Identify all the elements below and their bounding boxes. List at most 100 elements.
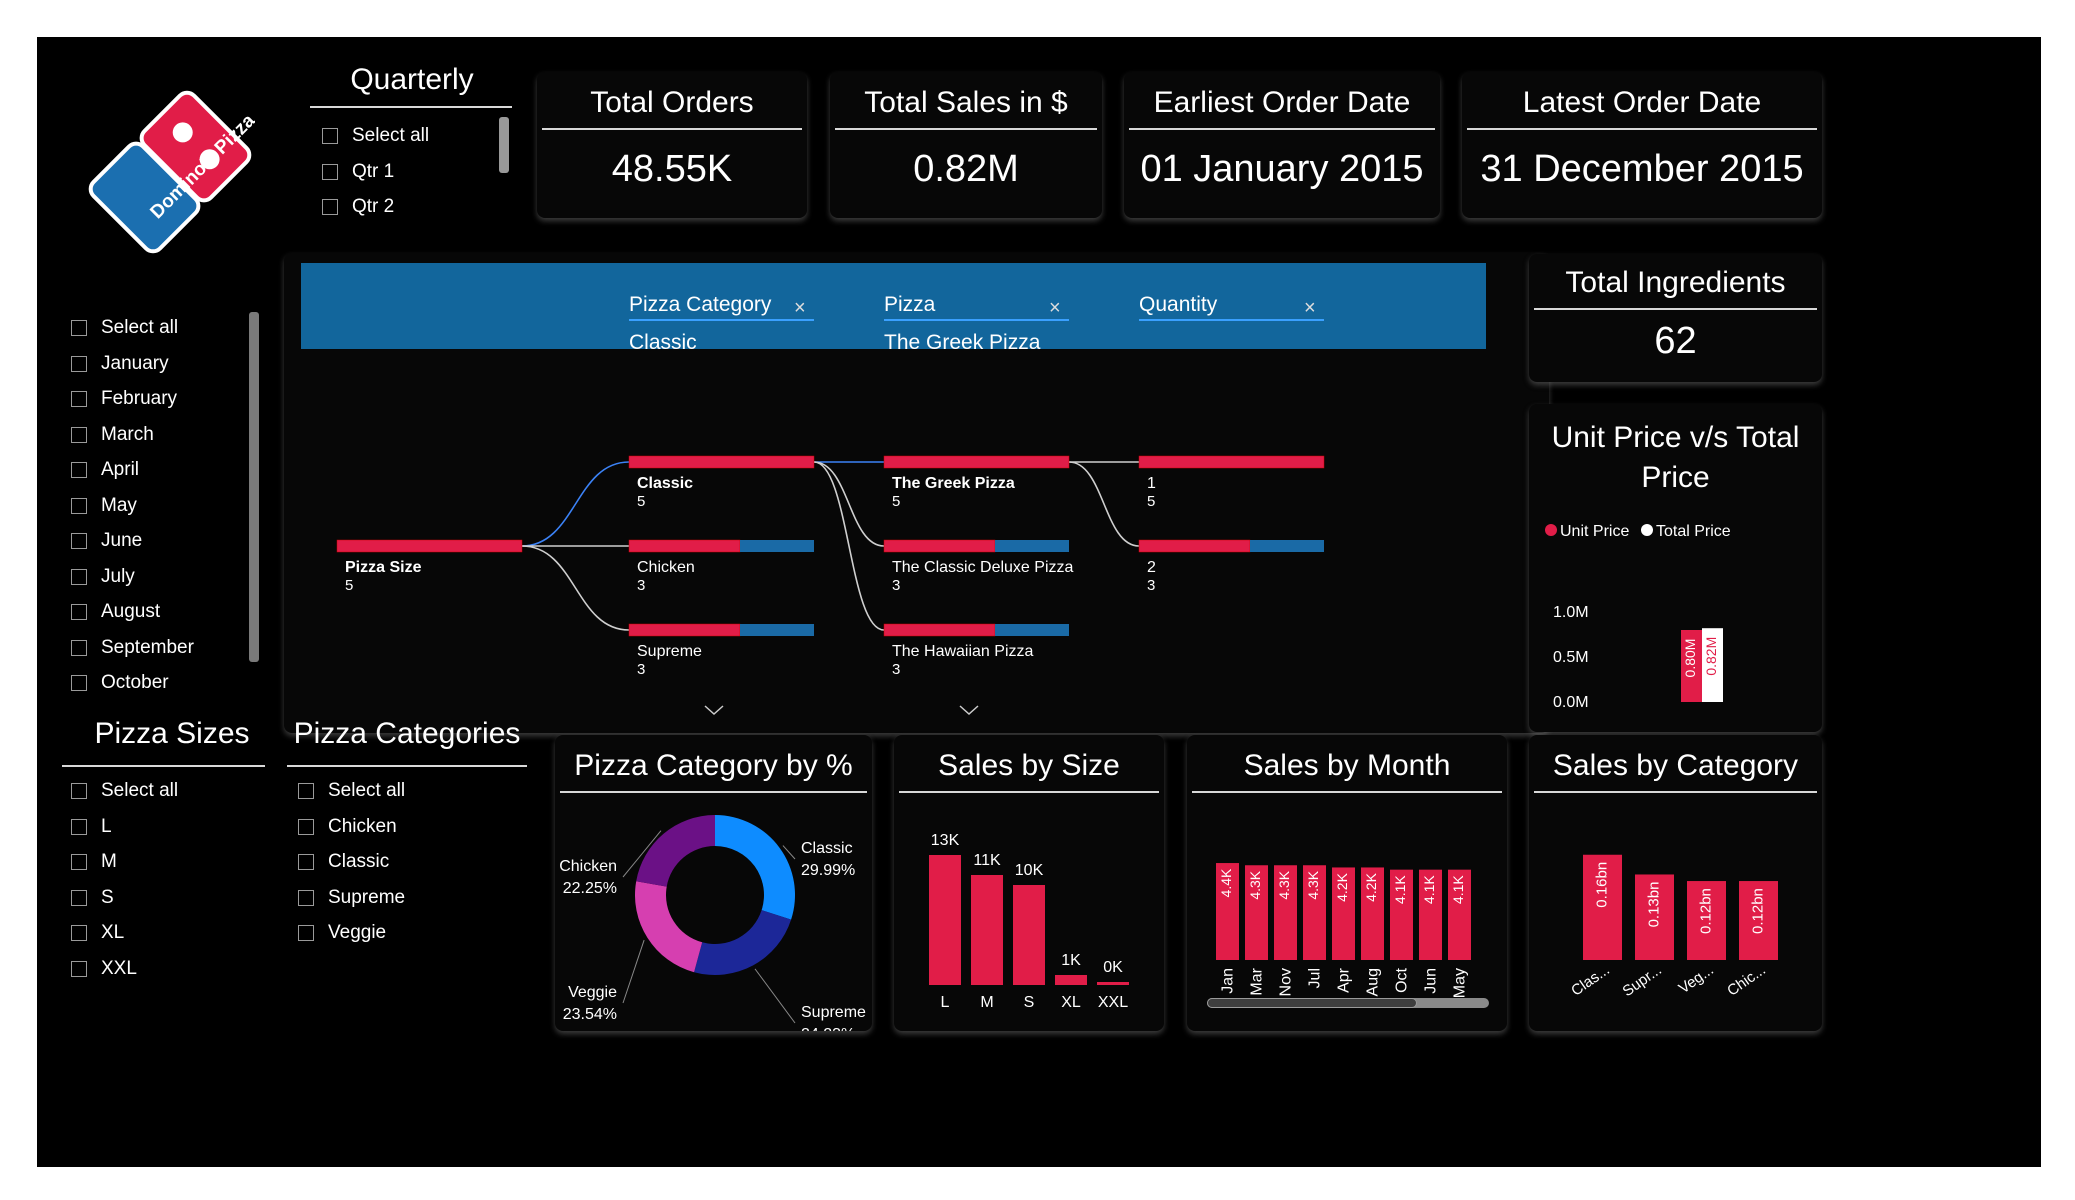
checkbox[interactable]: [298, 889, 314, 906]
checkbox[interactable]: [71, 320, 87, 336]
checkbox[interactable]: [322, 199, 338, 215]
chevron-down-icon[interactable]: [959, 705, 979, 716]
decomp-pizza-bar-fill[interactable]: [883, 623, 996, 637]
decomp-pizza-bar-remainder: [995, 540, 1069, 552]
size-option[interactable]: M: [71, 851, 117, 873]
category-pct-card: Pizza Category by % Classic 29.99% Supreme…: [555, 735, 872, 1031]
data-label: 4.3K: [1276, 870, 1292, 899]
month-option[interactable]: May: [71, 495, 137, 517]
donut-slice[interactable]: [636, 815, 715, 887]
close-icon[interactable]: ×: [1049, 297, 1061, 319]
quarter-option[interactable]: Qtr 1: [322, 161, 394, 183]
y-tick-label: 0.0M: [1553, 694, 1589, 711]
checkbox[interactable]: [298, 925, 314, 941]
checkbox[interactable]: [71, 925, 87, 941]
checkbox[interactable]: [71, 497, 87, 514]
month-option[interactable]: Select all: [71, 317, 178, 339]
x-tick-label: Jan: [1220, 968, 1237, 994]
close-icon[interactable]: ×: [794, 297, 806, 319]
decomp-category-bar-fill[interactable]: [628, 539, 741, 553]
data-label: 4.2K: [1363, 872, 1379, 901]
checkbox[interactable]: [322, 163, 338, 180]
checkbox[interactable]: [298, 783, 314, 799]
checkbox[interactable]: [71, 639, 87, 656]
decomp-pizza-value: 3: [892, 661, 900, 678]
size-bar[interactable]: [929, 855, 961, 985]
checkbox[interactable]: [71, 675, 87, 691]
quarter-option[interactable]: Select all: [322, 125, 429, 147]
size-option[interactable]: S: [71, 887, 114, 909]
month-option[interactable]: January: [71, 353, 169, 375]
category-option[interactable]: Select all: [298, 780, 405, 802]
size-bar[interactable]: [1013, 885, 1045, 985]
month-option[interactable]: April: [71, 459, 139, 481]
checkbox[interactable]: [71, 355, 87, 372]
month-option[interactable]: September: [71, 637, 194, 659]
size-bar[interactable]: [1097, 982, 1129, 985]
checkbox[interactable]: [71, 818, 87, 835]
decomp-quantity-bar-fill[interactable]: [1138, 539, 1251, 553]
quarter-option[interactable]: Qtr 2: [322, 196, 394, 218]
quarterly-scrollbar[interactable]: [499, 117, 509, 173]
month-option[interactable]: October: [71, 672, 169, 694]
sales-by-size-chart: 13K L 11K M 10K S 1K XL 0K XXL: [929, 832, 1129, 1011]
checkbox[interactable]: [71, 462, 87, 478]
checkbox[interactable]: [71, 960, 87, 977]
decomp-category-bar-fill[interactable]: [628, 623, 741, 637]
data-label: 1K: [1061, 952, 1081, 969]
latest-order-divider: [1467, 128, 1817, 130]
checkbox[interactable]: [298, 854, 314, 870]
checkbox[interactable]: [71, 889, 87, 906]
size-bar[interactable]: [1055, 975, 1087, 985]
category-option[interactable]: Supreme: [298, 887, 405, 909]
close-icon[interactable]: ×: [1304, 297, 1316, 319]
decomp-pizza-bar-fill[interactable]: [883, 455, 1070, 469]
month-option[interactable]: March: [71, 424, 154, 446]
checkbox[interactable]: [71, 604, 87, 620]
checkbox[interactable]: [71, 533, 87, 549]
decomp-category-bar-fill[interactable]: [628, 455, 815, 469]
decomp-header-value: The Greek Pizza: [884, 331, 1041, 354]
decomp-header-value: Classic: [629, 331, 697, 354]
checkbox[interactable]: [322, 128, 338, 144]
checkbox[interactable]: [71, 568, 87, 585]
unit-vs-total-chart: Unit Price Total Price 1.0M 0.5M 0.0M 0.80M 0.…: [1545, 523, 1731, 711]
month-slicer-scrollbar[interactable]: [249, 312, 259, 662]
checkbox[interactable]: [71, 391, 87, 407]
decomp-header-field[interactable]: Pizza Category: [629, 293, 772, 316]
month-option[interactable]: June: [71, 530, 142, 552]
size-option[interactable]: L: [71, 816, 112, 838]
checkbox[interactable]: [71, 426, 87, 443]
decomp-root-bar-fill[interactable]: [336, 539, 523, 553]
size-option[interactable]: Select all: [71, 780, 178, 802]
data-label: 0.16bn: [1593, 862, 1610, 908]
chevron-down-icon[interactable]: [704, 705, 724, 716]
donut-slice[interactable]: [635, 881, 703, 973]
decomp-header-field[interactable]: Quantity: [1139, 293, 1218, 316]
size-option-label: XL: [101, 922, 125, 943]
decomp-pizza-bar-remainder: [995, 624, 1069, 636]
month-option-label: February: [101, 388, 178, 409]
donut-slice[interactable]: [715, 815, 795, 920]
month-chart-scrollbar-thumb[interactable]: [1207, 998, 1417, 1008]
size-bar[interactable]: [971, 875, 1003, 985]
decomp-header-field[interactable]: Pizza: [884, 293, 936, 316]
size-option-label: L: [101, 815, 112, 837]
checkbox[interactable]: [298, 818, 314, 835]
size-option[interactable]: XXL: [71, 958, 137, 980]
category-option[interactable]: Veggie: [298, 922, 386, 944]
checkbox[interactable]: [71, 783, 87, 799]
dominos-pizza-logo: Domino's Pizza: [85, 87, 260, 257]
month-option[interactable]: July: [71, 566, 135, 588]
size-option[interactable]: XL: [71, 922, 124, 944]
y-tick-label: 0.5M: [1553, 649, 1589, 666]
checkbox[interactable]: [71, 854, 87, 870]
category-option[interactable]: Chicken: [298, 816, 397, 838]
decomp-quantity-bar-fill[interactable]: [1138, 455, 1325, 469]
category-option[interactable]: Classic: [298, 851, 389, 873]
month-option[interactable]: February: [71, 388, 177, 410]
donut-slice[interactable]: [694, 910, 792, 975]
month-option[interactable]: August: [71, 601, 160, 623]
month-option-label: May: [101, 494, 137, 516]
decomp-pizza-bar-fill[interactable]: [883, 539, 996, 553]
